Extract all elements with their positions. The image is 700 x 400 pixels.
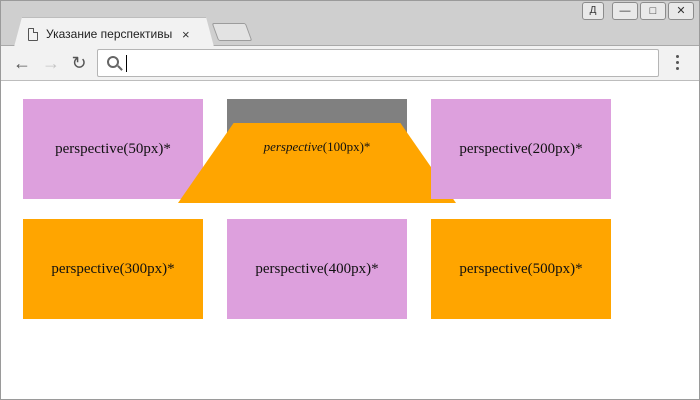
address-bar[interactable] <box>97 49 659 77</box>
maximize-button[interactable]: □ <box>640 2 666 20</box>
close-window-button[interactable]: ✕ <box>668 2 694 20</box>
window-controls: — □ ✕ <box>612 2 694 20</box>
box-perspective-400: perspective(400px)* <box>227 219 407 319</box>
menu-dots-icon[interactable] <box>672 55 682 73</box>
text-caret <box>126 55 127 72</box>
reload-icon[interactable]: ↻ <box>69 53 89 73</box>
box-perspective-100-label: perspective(100px)* <box>263 139 371 154</box>
title-bar: Указание перспективы об × Д — □ ✕ <box>0 0 700 47</box>
minimize-button[interactable]: — <box>612 2 638 20</box>
box-perspective-300: perspective(300px)* <box>23 219 203 319</box>
box-perspective-50: perspective(50px)* <box>23 99 203 199</box>
box-perspective-500: perspective(500px)* <box>431 219 611 319</box>
user-profile-button[interactable]: Д <box>582 2 604 20</box>
page-icon <box>28 27 38 41</box>
search-icon <box>107 56 119 68</box>
new-tab-button[interactable] <box>211 23 253 41</box>
tab-title: Указание перспективы об <box>46 27 176 41</box>
forward-icon[interactable]: → <box>41 53 61 73</box>
close-tab-icon[interactable]: × <box>182 28 190 41</box>
box-perspective-200: perspective(200px)* <box>431 99 611 199</box>
browser-toolbar: ← → ↻ <box>0 46 700 81</box>
box-perspective-100-transformed <box>178 123 456 203</box>
browser-tab[interactable]: Указание перспективы об × <box>14 17 214 47</box>
back-icon[interactable]: ← <box>12 53 32 73</box>
